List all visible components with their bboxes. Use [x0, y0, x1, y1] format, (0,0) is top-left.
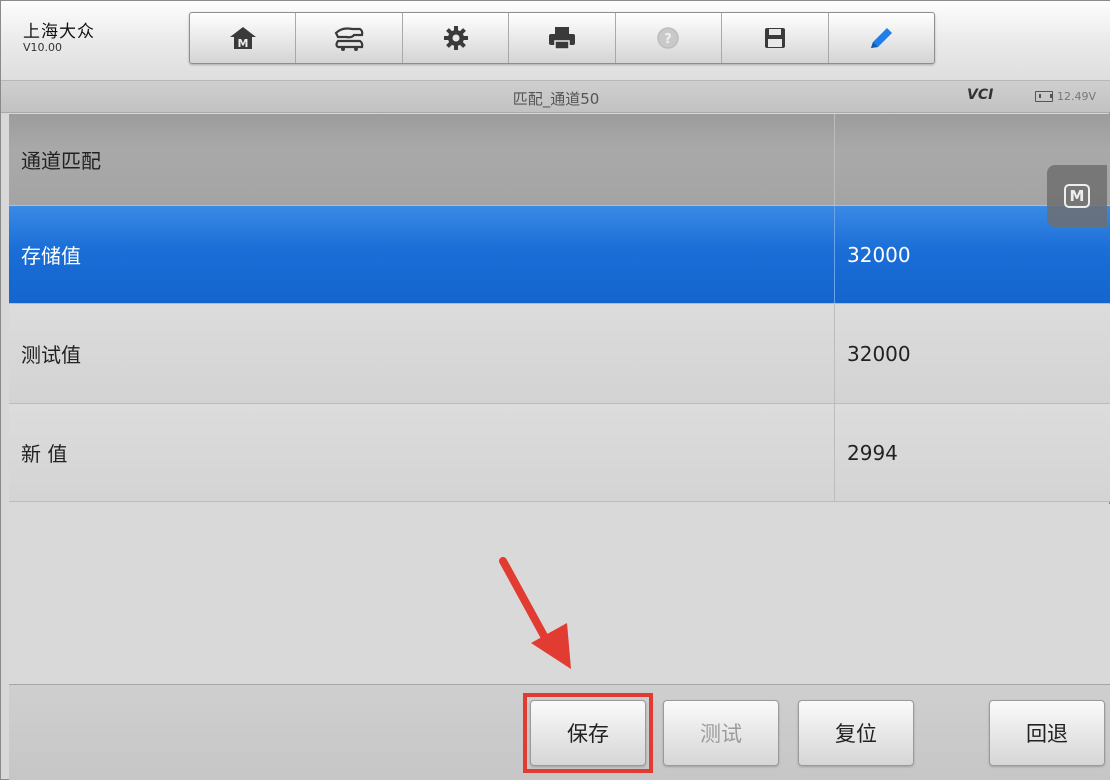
table-empty-area — [9, 504, 1110, 684]
vci-status: VCI — [967, 87, 993, 103]
top-toolbar: 上海大众 V10.00 M ? — [1, 1, 1110, 81]
print-button[interactable] — [509, 13, 616, 63]
row-value: 32000 — [847, 341, 911, 366]
help-icon: ? — [657, 27, 680, 49]
pen-icon — [871, 28, 893, 48]
table-header-row: 通道匹配 — [9, 114, 1110, 206]
edit-button[interactable] — [829, 13, 934, 63]
page-title: 匹配_通道50 — [512, 90, 600, 108]
save-data-button[interactable] — [722, 13, 829, 63]
settings-button[interactable] — [403, 13, 510, 63]
battery-icon — [1035, 91, 1053, 102]
bottom-action-bar: 保存 测试 复位 回退 — [9, 684, 1110, 780]
table-row-test-value[interactable]: 测试值 32000 — [9, 304, 1110, 404]
row-value[interactable]: 2994 — [835, 404, 1110, 501]
battery-voltage: 12.49V — [1057, 90, 1097, 103]
test-button[interactable]: 测试 — [663, 700, 779, 766]
app-screen: 上海大众 V10.00 M ? 匹配_通道50 VCI 12.49V 通道匹配 … — [0, 0, 1110, 780]
app-name: 上海大众 — [23, 22, 95, 42]
row-label: 测试值 — [9, 304, 835, 403]
back-button[interactable]: 回退 — [989, 700, 1105, 766]
m-icon: M — [1064, 184, 1090, 208]
adaptation-table: 通道匹配 存储值 32000 测试值 32000 新 值 2994 — [9, 114, 1110, 502]
row-label: 存储值 — [9, 206, 835, 303]
vci-label: VCI — [967, 87, 994, 103]
home-button[interactable]: M — [190, 13, 297, 63]
table-header-label: 通道匹配 — [9, 114, 835, 205]
svg-text:?: ? — [665, 32, 673, 47]
print-icon — [548, 27, 575, 50]
home-icon: M — [229, 27, 256, 50]
app-version: V10.00 — [23, 41, 63, 54]
floating-menu-button[interactable]: M — [1047, 165, 1107, 227]
svg-text:M: M — [237, 37, 248, 50]
title-bar: 匹配_通道50 VCI 12.49V — [1, 81, 1110, 113]
row-label: 新 值 — [9, 404, 835, 501]
save-icon — [764, 28, 785, 48]
reset-button[interactable]: 复位 — [798, 700, 914, 766]
help-button[interactable]: ? — [616, 13, 723, 63]
tool-strip: M ? — [189, 12, 935, 64]
table-row-stored-value[interactable]: 存储值 32000 — [9, 206, 1110, 304]
vehicle-swap-icon — [334, 27, 364, 51]
vehicle-swap-button[interactable] — [296, 13, 403, 63]
save-button[interactable]: 保存 — [530, 700, 646, 766]
gear-icon — [443, 26, 468, 50]
table-row-new-value[interactable]: 新 值 2994 — [9, 404, 1110, 502]
